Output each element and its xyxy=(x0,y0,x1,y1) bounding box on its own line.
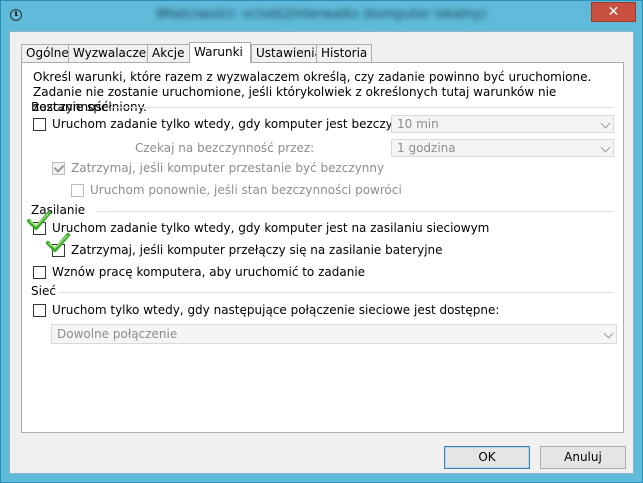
ok-button[interactable]: OK xyxy=(444,446,530,469)
conditions-description: Określ warunki, które razem z wyzwalacze… xyxy=(33,70,592,114)
tab-settings[interactable]: Ustawienia xyxy=(251,44,322,62)
restart-if-idle-checkbox[interactable] xyxy=(71,184,84,197)
idle-duration-select[interactable]: 10 min xyxy=(391,115,614,133)
idle-duration-value: 10 min xyxy=(397,117,439,131)
start-only-if-network-checkbox[interactable] xyxy=(33,304,46,317)
start-only-if-network-label: Uruchom tylko wtedy, gdy następujące poł… xyxy=(52,303,500,317)
start-only-if-idle-label: Uruchom zadanie tylko wtedy, gdy kompute… xyxy=(52,117,416,131)
idle-group-label: Bezczynność xyxy=(31,100,109,114)
window-title: Właściwości: vclseb2interwaiks (komputer… xyxy=(155,7,487,22)
dialog-client-area: Ogólne Wyzwalacze Akcje Warunki Ustawien… xyxy=(9,31,634,474)
wait-duration-select[interactable]: 1 godzina xyxy=(391,139,614,157)
stop-on-battery-label: Zatrzymaj, jeśli komputer przełączy się … xyxy=(71,243,443,257)
green-checkmark-icon xyxy=(46,233,70,252)
idle-group-divider xyxy=(113,107,613,108)
wait-for-idle-label: Czekaj na bezczynność przez: xyxy=(135,141,315,155)
wait-duration-value: 1 godzina xyxy=(397,141,456,155)
stop-if-not-idle-checkbox[interactable] xyxy=(52,162,65,175)
network-connection-select[interactable]: Dowolne połączenie xyxy=(51,324,617,344)
clock-icon xyxy=(10,9,22,21)
tab-triggers[interactable]: Wyzwalacze xyxy=(68,44,148,62)
network-group-label: Sieć xyxy=(31,284,56,298)
tab-conditions[interactable]: Warunki xyxy=(189,42,251,63)
title-bar[interactable]: Właściwości: vclseb2interwaiks (komputer… xyxy=(1,1,642,31)
green-checkmark-icon xyxy=(27,211,51,230)
start-only-on-ac-label: Uruchom zadanie tylko wtedy, gdy kompute… xyxy=(52,221,490,235)
close-button[interactable]: ✕ xyxy=(591,2,636,22)
conditions-panel: Określ warunki, które razem z wyzwalacze… xyxy=(21,62,624,433)
tab-general[interactable]: Ogólne xyxy=(21,44,69,62)
tab-history[interactable]: Historia xyxy=(316,44,372,62)
task-properties-window: Właściwości: vclseb2interwaiks (komputer… xyxy=(0,0,643,483)
wake-to-run-label: Wznów pracę komputera, aby uruchomić to … xyxy=(52,265,366,279)
cancel-button[interactable]: Anuluj xyxy=(540,446,626,469)
network-connection-value: Dowolne połączenie xyxy=(57,327,178,341)
chevron-down-icon xyxy=(603,328,614,339)
chevron-down-icon xyxy=(600,142,611,153)
restart-if-idle-label: Uruchom ponownie, jeśli stan bezczynnośc… xyxy=(90,183,402,197)
network-group-divider xyxy=(59,292,613,293)
stop-if-not-idle-label: Zatrzymaj, jeśli komputer przestanie być… xyxy=(71,161,385,175)
tab-actions[interactable]: Akcje xyxy=(147,44,190,62)
wake-to-run-checkbox[interactable] xyxy=(33,266,46,279)
chevron-down-icon xyxy=(600,118,611,129)
power-group-divider xyxy=(96,211,613,212)
start-only-if-idle-checkbox[interactable] xyxy=(33,118,46,131)
